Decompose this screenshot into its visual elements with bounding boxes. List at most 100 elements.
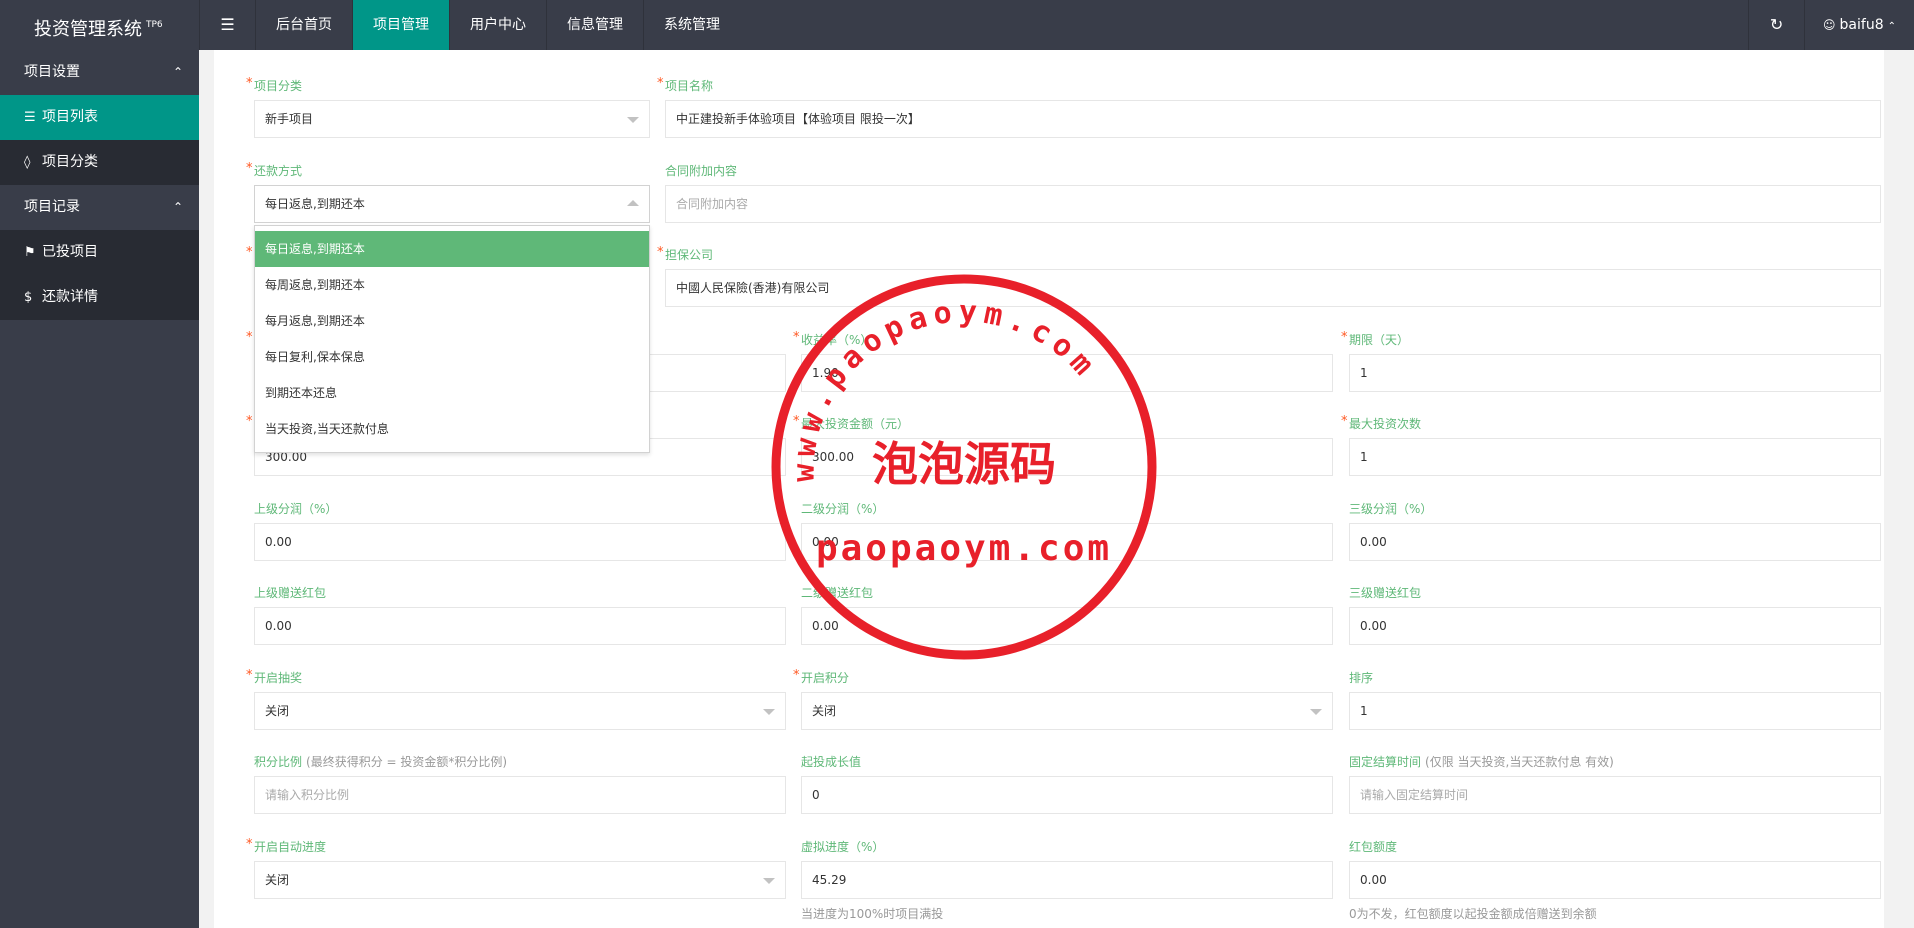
settle-time-hint: (仅限 当天投资,当天还款付息 有效)	[1425, 755, 1614, 769]
sidebar-item-invested-projects[interactable]: ⚑ 已投项目	[0, 230, 199, 275]
sidebar-item-project-category[interactable]: ◊ 项目分类	[0, 140, 199, 185]
nav-home[interactable]: 后台首页	[255, 0, 352, 50]
share3-input[interactable]: 0.00	[1349, 523, 1881, 561]
field-category: * 项目分类 新手项目	[246, 76, 650, 138]
points-ratio-label: 积分比例	[254, 755, 303, 769]
points-value: 关闭	[812, 704, 837, 718]
contract-extra-label: 合同附加内容	[665, 164, 738, 178]
project-name-input[interactable]: 中正建投新手体验项目【体验项目 限投一次】	[665, 100, 1881, 138]
field-gift1: 上级赠送红包 0.00	[254, 584, 786, 645]
nav-user-center[interactable]: 用户中心	[449, 0, 546, 50]
sidebar-group-project-records[interactable]: 项目记录 ⌃	[0, 185, 199, 230]
project-edit-form: * 项目分类 新手项目 * 项目名称 中正建投新手体验项目【体验项目 限投一次】 *…	[214, 50, 1884, 928]
lottery-label: 开启抽奖	[254, 671, 303, 685]
gift1-label: 上级赠送红包	[254, 586, 327, 600]
category-label: 项目分类	[254, 79, 303, 93]
project-name-label: 项目名称	[665, 79, 714, 93]
period-label: 期限（天）	[1349, 333, 1410, 347]
app-title: 投资管理系统	[34, 19, 142, 40]
sidebar-group-project-settings[interactable]: 项目设置 ⌃	[0, 50, 199, 95]
sidebar: 项目设置 ⌃ ☰ 项目列表 ◊ 项目分类 项目记录 ⌃ ⚑ 已投项目 $ 还款详情	[0, 50, 199, 928]
chevron-down-icon: ⌃	[1887, 21, 1896, 32]
points-label: 开启积分	[801, 671, 850, 685]
guarantor-input[interactable]: 中國人民保險(香港)有限公司	[665, 269, 1881, 307]
points-select[interactable]: 关闭	[801, 692, 1333, 730]
nav-system-management[interactable]: 系统管理	[643, 0, 740, 50]
gift3-input[interactable]: 0.00	[1349, 607, 1881, 645]
auto-progress-value: 关闭	[265, 873, 290, 887]
repay-method-dropdown: 每日返息,到期还本 每周返息,到期还本 每月返息,到期还本 每日复利,保本保息 …	[254, 225, 650, 453]
redpack-input[interactable]: 0.00	[1349, 861, 1881, 899]
virtual-progress-input[interactable]: 45.29	[801, 861, 1333, 899]
dropdown-option[interactable]: 到期还本还息	[255, 375, 649, 411]
field-settle-time: 固定结算时间 (仅限 当天投资,当天还款付息 有效) 请输入固定结算时间	[1349, 753, 1881, 814]
period-input[interactable]: 1	[1349, 354, 1881, 392]
points-ratio-input[interactable]: 请输入积分比例	[254, 776, 786, 814]
max-amount-input[interactable]: 300.00	[801, 438, 1333, 476]
settle-time-input[interactable]: 请输入固定结算时间	[1349, 776, 1881, 814]
share2-label: 二级分润（%）	[801, 502, 885, 516]
top-bar: 投资管理系统 TP6 ☰ 后台首页 项目管理 用户中心 信息管理 系统管理 ↻ ☺…	[0, 0, 1914, 50]
field-auto-progress: * 开启自动进度 关闭	[246, 837, 786, 899]
share1-input[interactable]: 0.00	[254, 523, 786, 561]
dropdown-option[interactable]: 每月返息,到期还本	[255, 303, 649, 339]
repay-method-select[interactable]: 每日返息,到期还本	[254, 185, 650, 223]
sidebar-item-repayment-details[interactable]: $ 还款详情	[0, 275, 199, 320]
refresh-icon[interactable]: ↻	[1748, 0, 1804, 50]
redpack-label: 红包额度	[1349, 840, 1398, 854]
rate-input[interactable]: 1.90	[801, 354, 1333, 392]
field-points-ratio: 积分比例 (最终获得积分 = 投资金额*积分比例) 请输入积分比例	[254, 753, 786, 814]
list-icon: ☰	[24, 110, 36, 125]
auto-progress-select[interactable]: 关闭	[254, 861, 786, 899]
field-contract-extra: 合同附加内容 合同附加内容	[665, 162, 1881, 223]
gift2-input[interactable]: 0.00	[801, 607, 1333, 645]
field-growth: 起投成长值 0	[801, 753, 1333, 814]
max-times-input[interactable]: 1	[1349, 438, 1881, 476]
guarantor-label: 担保公司	[665, 248, 714, 262]
tag-icon: ◊	[24, 155, 31, 170]
dropdown-option[interactable]: 每日返息,到期还本	[255, 231, 649, 267]
caret-down-icon	[763, 709, 775, 715]
caret-down-icon	[627, 117, 639, 123]
max-times-label: 最大投资次数	[1349, 417, 1422, 431]
field-guarantor: * 担保公司 中國人民保險(香港)有限公司	[657, 245, 1881, 307]
auto-progress-label: 开启自动进度	[254, 840, 327, 854]
growth-label: 起投成长值	[801, 755, 862, 769]
lottery-select[interactable]: 关闭	[254, 692, 786, 730]
field-redpack: 红包额度 0.00 0为不发，红包额度以起投金额成倍赠送到余额	[1349, 838, 1881, 922]
app-logo[interactable]: 投资管理系统 TP6	[0, 0, 199, 50]
max-amount-label: 最大投资金额（元）	[801, 417, 910, 431]
share2-input[interactable]: 0.00	[801, 523, 1333, 561]
points-ratio-hint: (最终获得积分 = 投资金额*积分比例)	[306, 755, 508, 769]
dropdown-option[interactable]: 当天投资,当天还款付息	[255, 411, 649, 447]
field-repay-method: * 还款方式 每日返息,到期还本	[246, 161, 650, 223]
share3-label: 三级分润（%）	[1349, 502, 1433, 516]
nav-project-management[interactable]: 项目管理	[352, 0, 449, 50]
gift1-input[interactable]: 0.00	[254, 607, 786, 645]
lottery-value: 关闭	[265, 704, 290, 718]
dropdown-option[interactable]: 每日复利,保本保息	[255, 339, 649, 375]
user-icon: ☺	[1823, 18, 1836, 32]
dropdown-option[interactable]: 每周返息,到期还本	[255, 267, 649, 303]
sidebar-item-label: 项目列表	[42, 109, 98, 125]
user-menu[interactable]: ☺ baifu8 ⌃	[1804, 0, 1914, 50]
nav-info-management[interactable]: 信息管理	[546, 0, 643, 50]
menu-toggle-icon[interactable]: ☰	[199, 0, 255, 50]
sidebar-item-label: 还款详情	[42, 289, 98, 305]
category-value: 新手项目	[265, 112, 314, 126]
sort-input[interactable]: 1	[1349, 692, 1881, 730]
sidebar-group-label: 项目设置	[24, 64, 80, 80]
field-virtual-progress: 虚拟进度（%） 45.29 当进度为100%时项目满投	[801, 838, 1333, 922]
contract-extra-input[interactable]: 合同附加内容	[665, 185, 1881, 223]
top-nav: ☰ 后台首页 项目管理 用户中心 信息管理 系统管理	[199, 0, 740, 50]
field-gift2: 二级赠送红包 0.00	[801, 584, 1333, 645]
settle-time-label: 固定结算时间	[1349, 755, 1422, 769]
field-gift3: 三级赠送红包 0.00	[1349, 584, 1881, 645]
field-share3: 三级分润（%） 0.00	[1349, 500, 1881, 561]
top-right-tools: ↻ ☺ baifu8 ⌃	[1748, 0, 1914, 50]
repay-method-label: 还款方式	[254, 164, 303, 178]
sort-label: 排序	[1349, 671, 1374, 685]
sidebar-item-project-list[interactable]: ☰ 项目列表	[0, 95, 199, 140]
growth-input[interactable]: 0	[801, 776, 1333, 814]
category-select[interactable]: 新手项目	[254, 100, 650, 138]
